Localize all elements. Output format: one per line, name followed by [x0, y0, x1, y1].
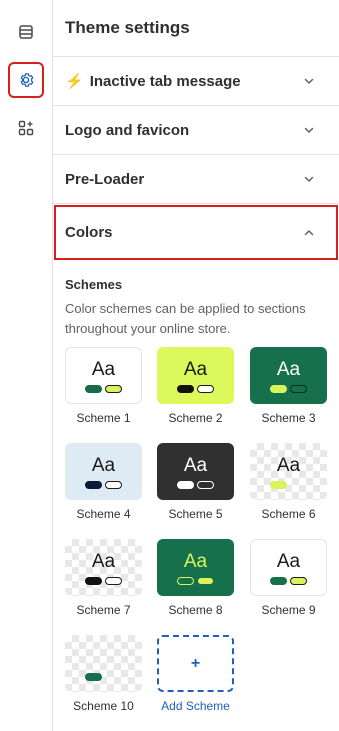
scheme-sample-text: Aa: [91, 454, 116, 476]
scheme-button-previews: [85, 480, 122, 489]
sections-icon: [19, 25, 33, 39]
add-scheme-label[interactable]: Add Scheme: [157, 699, 234, 713]
primary-button-swatch: [85, 384, 102, 393]
scheme-label: Scheme 8: [168, 603, 223, 617]
color-scheme-tile[interactable]: Aa Scheme 2: [157, 347, 234, 425]
color-scheme-tile[interactable]: Aa Scheme 1: [65, 347, 142, 425]
scheme-preview[interactable]: Aa: [250, 539, 327, 596]
scheme-preview[interactable]: [65, 635, 142, 692]
gear-icon: [20, 73, 34, 87]
primary-button-swatch: [270, 480, 287, 489]
scheme-sample-text: Aa: [276, 358, 301, 380]
accordion-inactive-tab-message[interactable]: ⚡ Inactive tab message: [53, 57, 339, 106]
empty-button-swatch: [290, 481, 307, 489]
accordion-label: Inactive tab message: [89, 72, 241, 90]
chevron-down-icon: [304, 78, 314, 84]
scheme-sample-text: Aa: [276, 454, 301, 476]
scheme-sample-text: Aa: [276, 550, 301, 572]
color-scheme-tile[interactable]: Aa Scheme 4: [65, 443, 142, 521]
accordion-pre-loader[interactable]: Pre-Loader: [53, 155, 339, 204]
primary-button-swatch: [177, 384, 194, 393]
scheme-label: Scheme 5: [168, 507, 223, 521]
scheme-button-previews: [85, 576, 122, 585]
scheme-button-previews: [85, 672, 122, 681]
color-scheme-tile[interactable]: Aa Scheme 3: [250, 347, 327, 425]
scheme-preview[interactable]: Aa: [65, 539, 142, 596]
add-scheme-box[interactable]: +: [157, 635, 234, 692]
scheme-button-previews: [270, 384, 307, 393]
chevron-up-icon: [304, 229, 314, 235]
scheme-sample-text: Aa: [91, 358, 116, 380]
color-scheme-tile[interactable]: Aa Scheme 8: [157, 539, 234, 617]
scheme-label: Scheme 6: [261, 507, 316, 521]
scheme-preview[interactable]: Aa: [157, 443, 234, 500]
primary-button-swatch: [85, 480, 102, 489]
secondary-button-swatch: [105, 480, 122, 489]
scheme-preview[interactable]: Aa: [250, 443, 327, 500]
primary-button-swatch: [85, 576, 102, 585]
schemes-description: Color schemes can be applied to sections…: [65, 301, 306, 336]
left-icon-rail: [0, 0, 53, 731]
secondary-button-swatch: [197, 576, 214, 585]
theme-settings-button[interactable]: [8, 62, 44, 98]
secondary-button-swatch: [105, 576, 122, 585]
scheme-label: Scheme 3: [261, 411, 316, 425]
color-scheme-tile[interactable]: Aa Scheme 9: [250, 539, 327, 617]
scheme-button-previews: [177, 480, 214, 489]
secondary-button-swatch: [197, 480, 214, 489]
secondary-button-swatch: [290, 384, 307, 393]
panel-title: Theme settings: [53, 0, 339, 57]
scheme-sample-text: Aa: [183, 358, 208, 380]
scheme-label: Scheme 10: [73, 699, 134, 713]
accordion-label: Pre-Loader: [65, 170, 145, 188]
scheme-sample-text: Aa: [183, 454, 208, 476]
scheme-button-previews: [177, 576, 214, 585]
scheme-preview[interactable]: Aa: [65, 347, 142, 404]
scheme-label: Scheme 4: [76, 507, 131, 521]
scheme-label: Scheme 1: [76, 411, 131, 425]
scheme-preview[interactable]: Aa: [157, 347, 234, 404]
scheme-preview[interactable]: Aa: [250, 347, 327, 404]
lightning-icon: ⚡: [65, 73, 84, 90]
add-scheme-button[interactable]: + Add Scheme: [157, 635, 234, 713]
scheme-label: Scheme 2: [168, 411, 223, 425]
accordion-label: Colors: [65, 224, 113, 241]
scheme-button-previews: [177, 384, 214, 393]
scheme-label: Scheme 9: [261, 603, 316, 617]
sections-button[interactable]: [8, 14, 44, 50]
secondary-button-swatch: [197, 384, 214, 393]
accordion-logo-and-favicon[interactable]: Logo and favicon: [53, 106, 339, 155]
secondary-button-swatch: [105, 384, 122, 393]
color-scheme-tile[interactable]: Aa Scheme 5: [157, 443, 234, 521]
primary-button-swatch: [85, 672, 102, 681]
scheme-label: Scheme 7: [76, 603, 131, 617]
scheme-preview[interactable]: Aa: [157, 539, 234, 596]
scheme-sample-text: Aa: [91, 550, 116, 572]
primary-button-swatch: [270, 576, 287, 585]
primary-button-swatch: [177, 576, 194, 585]
chevron-down-icon: [304, 127, 314, 133]
primary-button-swatch: [270, 384, 287, 393]
accordion-colors[interactable]: Colors: [53, 204, 339, 261]
scheme-button-previews: [270, 576, 307, 585]
app-embeds-button[interactable]: [8, 110, 44, 146]
scheme-preview[interactable]: Aa: [65, 443, 142, 500]
app-embeds-icon: [18, 120, 34, 136]
scheme-button-previews: [270, 480, 307, 489]
schemes-heading: Schemes: [65, 277, 123, 292]
color-scheme-tile[interactable]: Aa Scheme 7: [65, 539, 142, 617]
color-scheme-tile[interactable]: Aa Scheme 6: [250, 443, 327, 521]
plus-icon: +: [190, 654, 201, 672]
scheme-button-previews: [85, 384, 122, 393]
secondary-button-swatch: [290, 576, 307, 585]
scheme-sample-text: Aa: [183, 550, 208, 572]
empty-button-swatch: [105, 673, 122, 681]
chevron-down-icon: [304, 176, 314, 182]
primary-button-swatch: [177, 480, 194, 489]
accordion-label: Logo and favicon: [65, 121, 190, 139]
color-scheme-tile[interactable]: Scheme 10: [65, 635, 142, 713]
